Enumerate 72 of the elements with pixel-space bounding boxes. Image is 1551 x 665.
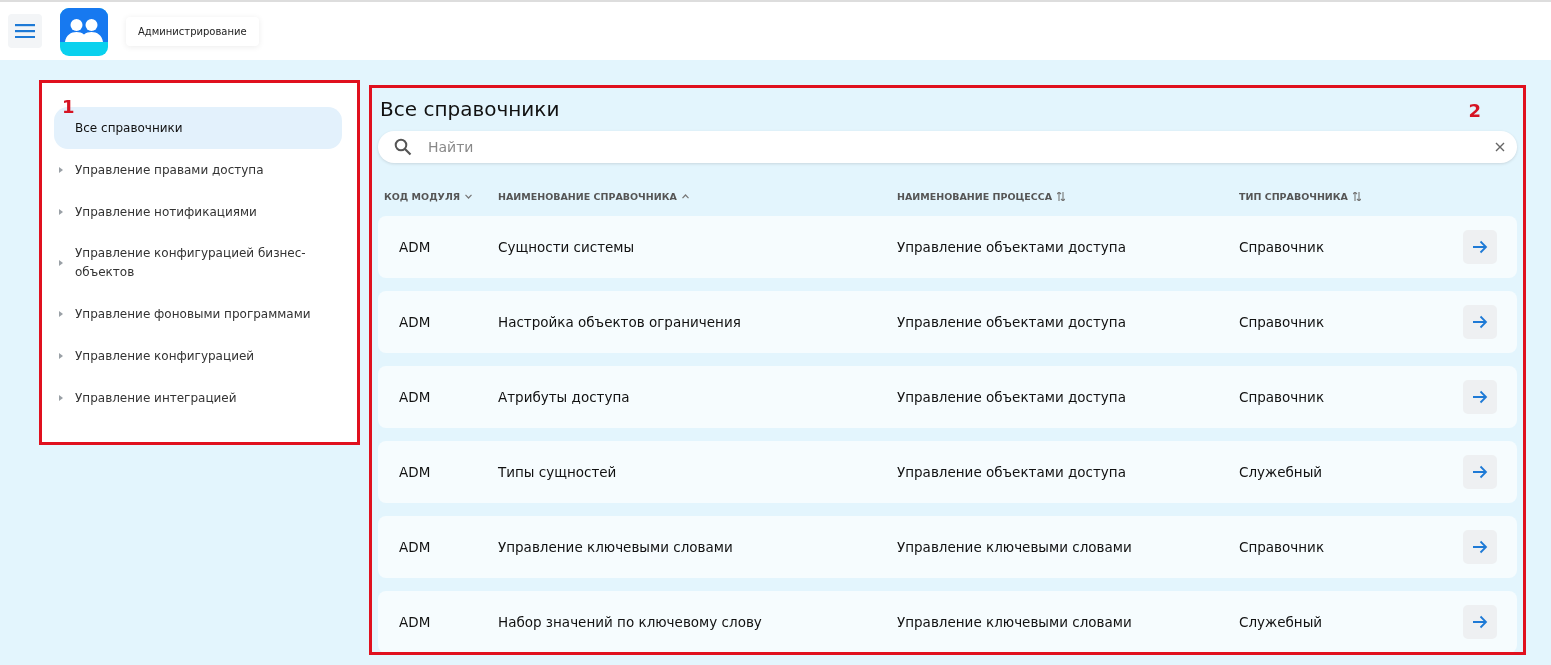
close-icon[interactable] (1495, 142, 1505, 152)
menu-button[interactable] (8, 14, 42, 48)
column-header[interactable]: КОД МОДУЛЯ (384, 190, 498, 202)
page-title: Все справочники (380, 97, 560, 121)
search-input[interactable]: Найти (426, 138, 1481, 156)
expand-icon[interactable] (59, 311, 63, 317)
column-header[interactable]: ТИП СПРАВОЧНИКА (1239, 190, 1517, 202)
arrow-right-icon (1472, 540, 1488, 554)
arrow-right-icon (1472, 315, 1488, 329)
table-row[interactable]: ADM Набор значений по ключевому слову Управление ключевыми словами Служебный (378, 591, 1517, 652)
open-button[interactable] (1463, 230, 1497, 264)
arrow-right-icon (1472, 240, 1488, 254)
table-row[interactable]: ADM Сущности системы Управление объектами доступа Справочник (378, 216, 1517, 278)
open-button[interactable] (1463, 305, 1497, 339)
expand-icon[interactable] (59, 167, 63, 173)
table-cell-text: Справочник (1239, 239, 1326, 255)
table-cell-text: ADM (398, 464, 432, 480)
sidebar-item[interactable]: Управление конфигурацией (54, 335, 342, 377)
sidebar-item[interactable]: Управление фоновыми программами (54, 293, 342, 335)
arrow-right-icon (1472, 390, 1488, 404)
table-cell-text: Управление объектами доступа (897, 239, 1127, 255)
table-row[interactable]: ADM Атрибуты доступа Управление объектами доступа Справочник (378, 366, 1517, 428)
table-cell-text: ADM (398, 314, 432, 330)
table-cell-text: Справочник (1239, 539, 1326, 555)
table-cell-text: Управление объектами доступа (897, 389, 1127, 405)
table-cell-text: ADM (398, 389, 432, 405)
table-cell-text: Настройка объектов ограничения (498, 314, 742, 330)
table-cell-text: Управление объектами доступа (897, 464, 1127, 480)
column-header[interactable]: НАИМЕНОВАНИЕ ПРОЦЕССА (897, 190, 1239, 202)
open-button[interactable] (1463, 530, 1497, 564)
open-button[interactable] (1463, 455, 1497, 489)
chevron-down-icon (465, 193, 473, 199)
table-cell-text: Атрибуты доступа (498, 389, 631, 405)
table-cell-text: Справочник (1239, 314, 1326, 330)
expand-icon[interactable] (59, 209, 63, 215)
open-button[interactable] (1463, 380, 1497, 414)
sidebar-item[interactable]: Управление нотификациями (54, 191, 342, 233)
table-cell-text: Сущности системы (498, 239, 636, 255)
table-cell-text: Набор значений по ключевому слову (498, 614, 763, 630)
breadcrumb-chip[interactable]: Администрирование (126, 16, 259, 46)
table-cell-text: ADM (398, 614, 432, 630)
sidebar-item[interactable]: Управление интеграцией (54, 377, 342, 419)
table-cell-text: Типы сущностей (498, 464, 618, 480)
column-header[interactable]: НАИМЕНОВАНИЕ СПРАВОЧНИКА (498, 190, 897, 202)
table-row[interactable]: ADM Типы сущностей Управление объектами доступа Служебный (378, 441, 1517, 503)
table-cell-text: Справочник (1239, 389, 1326, 405)
table-row[interactable]: ADM Настройка объектов ограничения Управление объектами доступа Справочник (378, 291, 1517, 353)
search-field[interactable]: Найти (378, 131, 1517, 163)
search-icon (394, 138, 412, 156)
expand-icon[interactable] (59, 260, 63, 266)
arrow-right-icon (1472, 465, 1488, 479)
app-logo-icon[interactable] (60, 8, 108, 56)
chevron-up-icon (681, 193, 689, 199)
table-cell-text: Служебный (1239, 614, 1324, 630)
table-cell-text: ADM (398, 239, 432, 255)
annotation-number: 2 (1468, 100, 1481, 121)
sort-icon (1057, 191, 1066, 201)
table-cell-text: ADM (398, 539, 432, 555)
table-cell-text: Управление ключевыми словами (498, 539, 734, 555)
sidebar-item[interactable]: Управление конфигурацией бизнес-объектов (54, 233, 342, 293)
table-cell-text: Управление ключевыми словами (897, 614, 1133, 630)
table-cell-text: Управление объектами доступа (897, 314, 1127, 330)
expand-icon[interactable] (59, 395, 63, 401)
sort-icon (1352, 191, 1361, 201)
table-cell-text: Служебный (1239, 464, 1324, 480)
arrow-right-icon (1472, 615, 1488, 629)
table-cell-text: Управление ключевыми словами (897, 539, 1133, 555)
sidebar-item[interactable]: Управление правами доступа (54, 149, 342, 191)
menu-icon (15, 24, 35, 38)
open-button[interactable] (1463, 605, 1497, 639)
table-row[interactable]: ADM Управление ключевыми словами Управление ключевыми словами Справочник (378, 516, 1517, 578)
expand-icon[interactable] (59, 353, 63, 359)
